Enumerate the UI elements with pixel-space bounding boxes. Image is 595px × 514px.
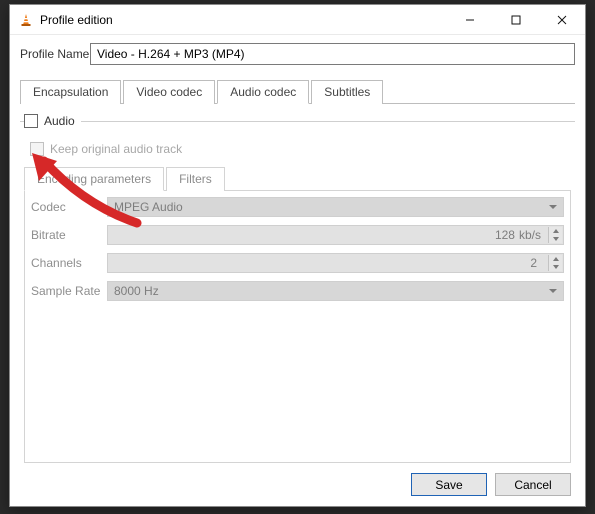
channels-row: Channels 2 (31, 253, 564, 273)
tab-encapsulation[interactable]: Encapsulation (20, 80, 121, 104)
codec-label: Codec (31, 200, 107, 214)
chevron-up-icon[interactable] (549, 255, 562, 263)
maximize-button[interactable] (493, 5, 539, 35)
codec-value: MPEG Audio (114, 200, 183, 214)
channels-spinner[interactable]: 2 (107, 253, 564, 273)
audio-enable-checkbox[interactable] (24, 114, 38, 128)
window-title: Profile edition (40, 13, 113, 27)
bitrate-row: Bitrate 128 kb/s (31, 225, 564, 245)
chevron-down-icon[interactable] (549, 263, 562, 271)
bitrate-spinner-buttons[interactable] (548, 227, 562, 243)
cancel-button[interactable]: Cancel (495, 473, 571, 496)
sample-rate-value: 8000 Hz (114, 284, 159, 298)
sample-rate-row: Sample Rate 8000 Hz (31, 281, 564, 301)
audio-fieldset: Audio Keep original audio track Encoding… (20, 114, 575, 467)
minimize-button[interactable] (447, 5, 493, 35)
audio-legend-label: Audio (44, 114, 75, 128)
tab-subtitles[interactable]: Subtitles (311, 80, 383, 104)
codec-combo[interactable]: MPEG Audio (107, 197, 564, 217)
encoding-parameters-panel: Codec MPEG Audio Bitrate 128 kb/s (24, 191, 571, 463)
chevron-up-icon[interactable] (549, 227, 562, 235)
bitrate-value: 128 (495, 228, 515, 242)
dialog-footer: Save Cancel (20, 467, 575, 496)
profile-edition-dialog: Profile edition Profile Name Encapsulati… (9, 4, 586, 507)
tab-audio-codec[interactable]: Audio codec (217, 80, 309, 104)
sample-rate-combo[interactable]: 8000 Hz (107, 281, 564, 301)
chevron-down-icon (549, 284, 557, 298)
bitrate-label: Bitrate (31, 228, 107, 242)
chevron-down-icon[interactable] (549, 235, 562, 243)
bitrate-unit: kb/s (519, 228, 541, 242)
close-button[interactable] (539, 5, 585, 35)
codec-row: Codec MPEG Audio (31, 197, 564, 217)
vlc-cone-icon (18, 12, 34, 28)
sample-rate-label: Sample Rate (31, 284, 107, 298)
audio-legend: Audio (24, 114, 81, 128)
profile-name-label: Profile Name (20, 47, 90, 61)
channels-value: 2 (530, 256, 537, 270)
keep-original-checkbox[interactable] (30, 142, 44, 156)
chevron-down-icon (549, 200, 557, 214)
keep-original-row: Keep original audio track (30, 142, 571, 156)
save-button[interactable]: Save (411, 473, 487, 496)
channels-label: Channels (31, 256, 107, 270)
profile-name-row: Profile Name (20, 43, 575, 65)
profile-name-input[interactable] (90, 43, 575, 65)
tab-encoding-parameters[interactable]: Encoding parameters (24, 167, 164, 191)
channels-spinner-buttons[interactable] (548, 255, 562, 271)
client-area: Profile Name Encapsulation Video codec A… (10, 35, 585, 506)
tab-filters[interactable]: Filters (166, 167, 225, 191)
bitrate-spinner[interactable]: 128 kb/s (107, 225, 564, 245)
tab-video-codec[interactable]: Video codec (123, 80, 215, 104)
codec-tabs: Encapsulation Video codec Audio codec Su… (20, 79, 575, 104)
titlebar: Profile edition (10, 5, 585, 35)
keep-original-label: Keep original audio track (50, 142, 182, 156)
encoding-tabs: Encoding parameters Filters (24, 166, 571, 191)
